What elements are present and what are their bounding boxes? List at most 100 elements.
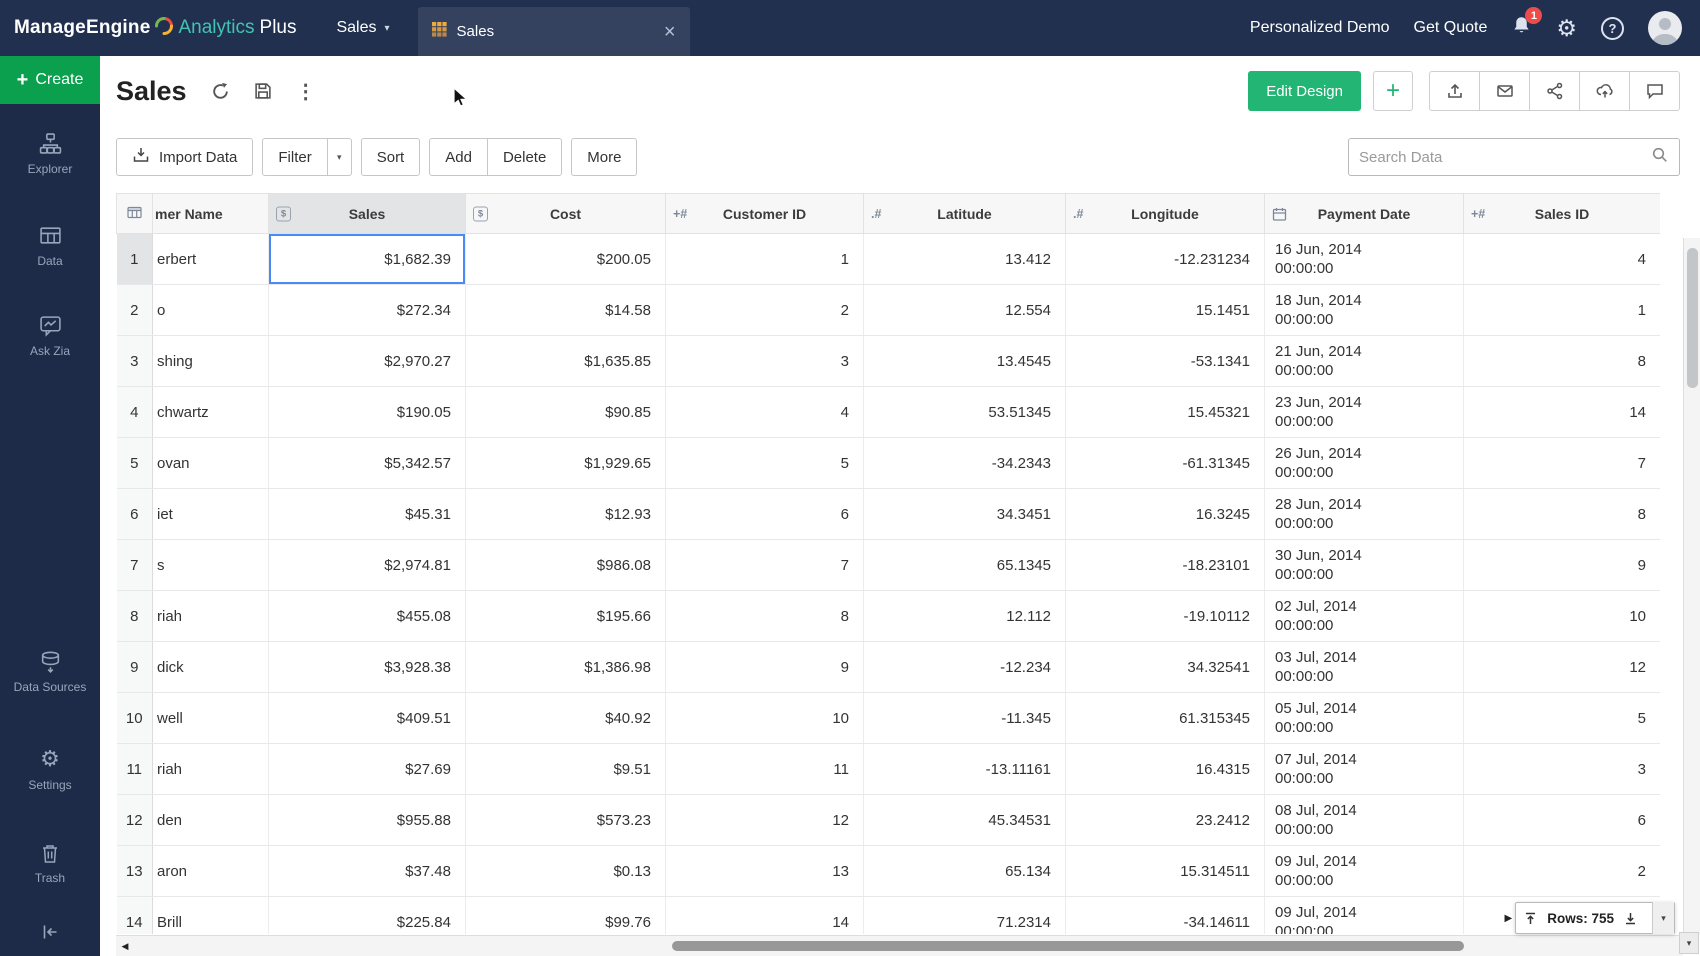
get-quote-link[interactable]: Get Quote [1414,19,1488,37]
cell-cost[interactable]: $195.66 [466,591,666,642]
create-button[interactable]: + Create [0,56,100,104]
row-number-cell[interactable]: 11 [117,744,153,795]
cell-customer-name[interactable]: well [153,693,269,744]
row-number-cell[interactable]: 1 [117,234,153,285]
cell-customer-name[interactable]: riah [153,744,269,795]
cell-latitude[interactable]: 12.554 [864,285,1066,336]
cell-customer-id[interactable]: 12 [666,795,864,846]
cell-payment-date[interactable]: 21 Jun, 2014 00:00:00 [1265,336,1464,387]
personalized-demo-link[interactable]: Personalized Demo [1250,19,1390,37]
notifications-button[interactable]: 1 [1511,15,1532,41]
cell-customer-id[interactable]: 11 [666,744,864,795]
cell-cost[interactable]: $1,386.98 [466,642,666,693]
cell-payment-date[interactable]: 09 Jul, 2014 00:00:00 [1265,897,1464,935]
scroll-right-arrow[interactable]: ▶ [1505,913,1513,924]
cell-sales-id[interactable]: 8 [1464,489,1661,540]
cell-customer-id[interactable]: 2 [666,285,864,336]
sidebar-item-trash[interactable]: Trash [0,842,100,885]
cell-customer-id[interactable]: 6 [666,489,864,540]
cell-longitude[interactable]: 23.2412 [1066,795,1265,846]
help-icon[interactable]: ? [1601,17,1624,40]
cell-payment-date[interactable]: 09 Jul, 2014 00:00:00 [1265,846,1464,897]
cell-sales-id[interactable]: 1 [1464,285,1661,336]
cell-customer-id[interactable]: 7 [666,540,864,591]
cell-cost[interactable]: $99.76 [466,897,666,935]
cell-longitude[interactable]: -12.231234 [1066,234,1265,285]
column-header-corner[interactable] [117,194,153,234]
cell-customer-id[interactable]: 13 [666,846,864,897]
cell-sales[interactable]: $2,974.81 [269,540,466,591]
cell-sales[interactable]: $409.51 [269,693,466,744]
cell-longitude[interactable]: 15.45321 [1066,387,1265,438]
cell-customer-id[interactable]: 10 [666,693,864,744]
cell-cost[interactable]: $200.05 [466,234,666,285]
column-header-customer-id[interactable]: +# Customer ID [666,194,864,234]
cell-sales-id[interactable]: 2 [1464,846,1661,897]
cell-longitude[interactable]: 34.32541 [1066,642,1265,693]
column-header-sales-id[interactable]: +# Sales ID [1464,194,1661,234]
cell-longitude[interactable]: 15.1451 [1066,285,1265,336]
cell-customer-name[interactable]: dick [153,642,269,693]
cell-longitude[interactable]: 61.315345 [1066,693,1265,744]
cell-sales-id[interactable]: 10 [1464,591,1661,642]
cell-latitude[interactable]: 13.412 [864,234,1066,285]
cell-customer-name[interactable]: o [153,285,269,336]
cell-sales-id[interactable]: 14 [1464,387,1661,438]
cell-latitude[interactable]: 13.4545 [864,336,1066,387]
scroll-to-top-icon[interactable] [1516,911,1545,926]
row-number-cell[interactable]: 2 [117,285,153,336]
cell-sales[interactable]: $45.31 [269,489,466,540]
more-options-kebab-icon[interactable]: ⋮ [296,79,316,104]
publish-cloud-button[interactable] [1579,71,1630,111]
cell-sales-id[interactable]: 4 [1464,234,1661,285]
row-number-cell[interactable]: 4 [117,387,153,438]
sidebar-item-data[interactable]: Data [0,224,100,268]
cell-sales[interactable]: $3,928.38 [269,642,466,693]
cell-longitude[interactable]: -18.23101 [1066,540,1265,591]
add-button[interactable]: Add [429,138,488,176]
cell-longitude[interactable]: -61.31345 [1066,438,1265,489]
cell-longitude[interactable]: -34.14611 [1066,897,1265,935]
cell-payment-date[interactable]: 05 Jul, 2014 00:00:00 [1265,693,1464,744]
cell-payment-date[interactable]: 30 Jun, 2014 00:00:00 [1265,540,1464,591]
cell-longitude[interactable]: -19.10112 [1066,591,1265,642]
cell-sales-id[interactable]: 12 [1464,642,1661,693]
cell-latitude[interactable]: 34.3451 [864,489,1066,540]
cell-cost[interactable]: $573.23 [466,795,666,846]
sort-button[interactable]: Sort [361,138,421,176]
cell-sales[interactable]: $27.69 [269,744,466,795]
rows-dropdown-caret[interactable]: ▾ [1652,902,1674,934]
sidebar-item-explorer[interactable]: Explorer [0,132,100,176]
user-avatar[interactable] [1648,11,1682,45]
cell-payment-date[interactable]: 28 Jun, 2014 00:00:00 [1265,489,1464,540]
cell-customer-name[interactable]: ovan [153,438,269,489]
cell-payment-date[interactable]: 26 Jun, 2014 00:00:00 [1265,438,1464,489]
cell-cost[interactable]: $14.58 [466,285,666,336]
cell-latitude[interactable]: -13.11161 [864,744,1066,795]
cell-payment-date[interactable]: 18 Jun, 2014 00:00:00 [1265,285,1464,336]
cell-customer-name[interactable]: aron [153,846,269,897]
filter-button[interactable]: Filter [262,138,327,176]
export-button[interactable] [1429,71,1480,111]
row-number-cell[interactable]: 8 [117,591,153,642]
cell-sales[interactable]: $5,342.57 [269,438,466,489]
cell-latitude[interactable]: 12.112 [864,591,1066,642]
scrollbar-corner-caret[interactable]: ▾ [1679,932,1699,954]
import-data-button[interactable]: Import Data [116,138,253,176]
sidebar-item-data-sources[interactable]: Data Sources [0,650,100,694]
email-button[interactable] [1479,71,1530,111]
row-number-cell[interactable]: 6 [117,489,153,540]
row-number-cell[interactable]: 9 [117,642,153,693]
row-number-cell[interactable]: 10 [117,693,153,744]
cell-sales[interactable]: $1,682.39 [269,234,466,285]
tab-sales[interactable]: Sales × [418,7,690,56]
cell-sales[interactable]: $955.88 [269,795,466,846]
cell-cost[interactable]: $0.13 [466,846,666,897]
cell-sales[interactable]: $190.05 [269,387,466,438]
sidebar-collapse-button[interactable] [0,922,100,942]
column-header-latitude[interactable]: .# Latitude [864,194,1066,234]
cell-customer-id[interactable]: 14 [666,897,864,935]
cell-sales[interactable]: $225.84 [269,897,466,935]
row-number-cell[interactable]: 7 [117,540,153,591]
cell-customer-name[interactable]: Brill [153,897,269,935]
